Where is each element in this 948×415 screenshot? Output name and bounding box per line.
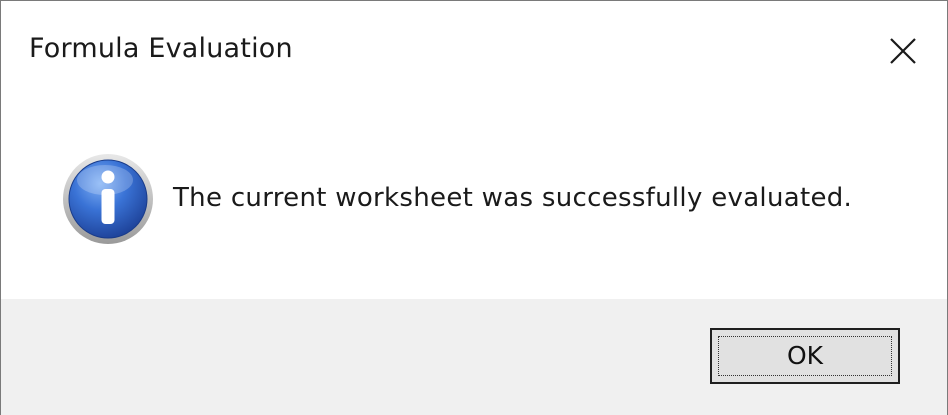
- dialog-content: The current worksheet was successfully e…: [1, 101, 947, 299]
- title-bar: Formula Evaluation: [1, 1, 947, 101]
- close-icon: [890, 38, 916, 64]
- message-text: The current worksheet was successfully e…: [173, 183, 853, 213]
- message-dialog: Formula Evaluation The current worksheet…: [0, 0, 948, 415]
- button-bar: OK: [1, 299, 947, 415]
- close-button[interactable]: [873, 23, 933, 79]
- dialog-title: Formula Evaluation: [29, 33, 293, 64]
- ok-button[interactable]: OK: [710, 328, 900, 384]
- info-icon: [63, 154, 153, 244]
- ok-button-label: OK: [786, 341, 824, 370]
